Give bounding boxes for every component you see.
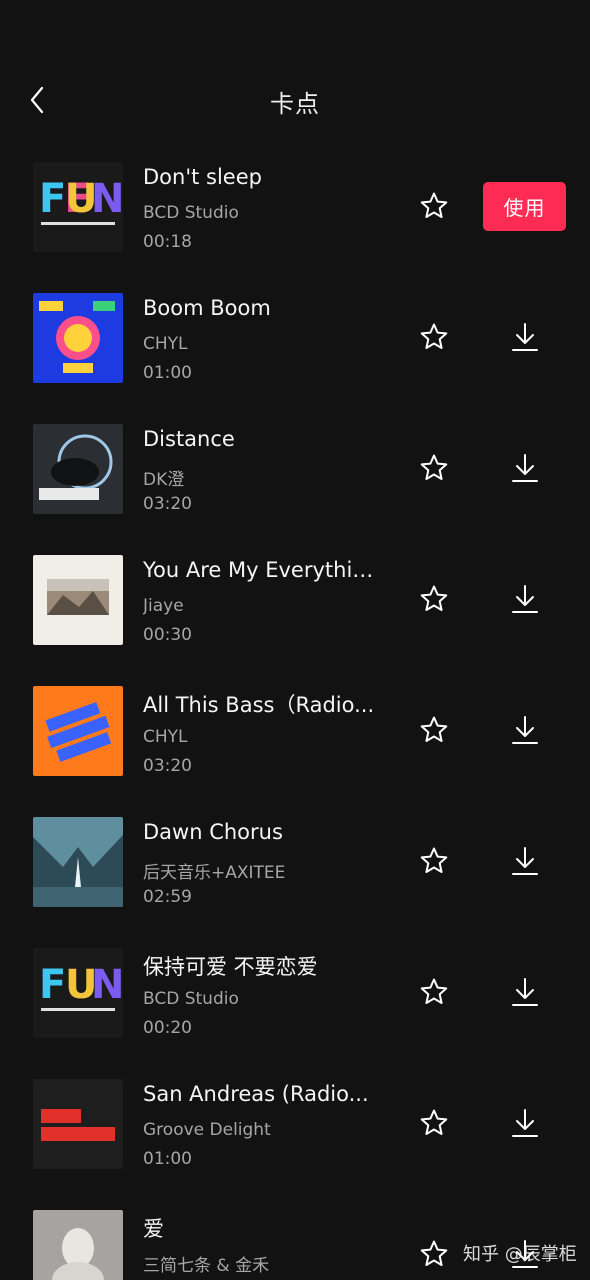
song-duration: 03:20 xyxy=(143,494,192,514)
download-button[interactable] xyxy=(505,1103,545,1143)
song-title: Boom Boom xyxy=(143,296,271,320)
favorite-button[interactable] xyxy=(414,1105,454,1141)
favorite-button[interactable] xyxy=(414,974,454,1010)
song-item[interactable]: San Andreas (Radio... Groove Delight 01:… xyxy=(0,1058,590,1189)
svg-text:N: N xyxy=(91,962,123,1008)
download-icon xyxy=(512,847,538,875)
favorite-button[interactable] xyxy=(414,1236,454,1272)
download-button[interactable] xyxy=(505,841,545,881)
svg-text:N: N xyxy=(91,176,123,222)
svg-text:F: F xyxy=(39,962,66,1008)
song-artist: CHYL xyxy=(143,334,188,354)
bass-cover xyxy=(33,686,123,776)
song-item[interactable]: Dawn Chorus 后天音乐+AXITEE 02:59 xyxy=(0,796,590,927)
song-duration: 01:00 xyxy=(143,1149,192,1169)
star-icon xyxy=(420,847,448,873)
song-item[interactable]: 爱 三简七条 & 金禾 xyxy=(0,1189,590,1280)
song-title: 爱 xyxy=(143,1217,164,1241)
favorite-button[interactable] xyxy=(414,712,454,748)
song-title: Distance xyxy=(143,427,235,451)
song-artist: Jiaye xyxy=(143,596,184,616)
song-artist: 后天音乐+AXITEE xyxy=(143,863,286,883)
song-duration: 03:20 xyxy=(143,756,192,776)
download-icon xyxy=(512,585,538,613)
star-icon xyxy=(420,716,448,742)
page-title: 卡点 xyxy=(270,90,320,118)
song-artist: BCD Studio xyxy=(143,989,239,1009)
header: 卡点 xyxy=(0,60,590,140)
fun-cover: F U N xyxy=(33,948,123,1038)
song-duration: 00:30 xyxy=(143,625,192,645)
star-icon xyxy=(420,585,448,611)
star-icon xyxy=(420,323,448,349)
favorite-button[interactable] xyxy=(414,450,454,486)
download-button[interactable] xyxy=(505,448,545,488)
song-item[interactable]: You Are My Everythin... Jiaye 00:30 xyxy=(0,534,590,665)
fun-cover: F F U N xyxy=(33,162,123,252)
star-icon xyxy=(420,1109,448,1135)
song-artist: 三简七条 & 金禾 xyxy=(143,1256,270,1276)
song-item[interactable]: F F U N Don't sleep BCD Studio 00:18 使用 xyxy=(0,141,590,272)
song-item[interactable]: All This Bass（Radio... CHYL 03:20 xyxy=(0,665,590,796)
song-item[interactable]: Distance DK澄 03:20 xyxy=(0,403,590,534)
star-icon xyxy=(420,978,448,1004)
download-button[interactable] xyxy=(505,317,545,357)
sculpture-cover xyxy=(33,1210,123,1280)
song-list: F F U N Don't sleep BCD Studio 00:18 使用 xyxy=(0,141,590,1280)
download-button[interactable] xyxy=(505,710,545,750)
song-item[interactable]: Boom Boom CHYL 01:00 xyxy=(0,272,590,403)
song-title: You Are My Everythin... xyxy=(143,558,383,582)
song-duration: 02:59 xyxy=(143,887,192,907)
distance-cover xyxy=(33,424,123,514)
song-artist: BCD Studio xyxy=(143,203,239,223)
favorite-button[interactable] xyxy=(414,581,454,617)
song-duration: 00:18 xyxy=(143,232,192,252)
download-icon xyxy=(512,978,538,1006)
san-andreas-cover xyxy=(33,1079,123,1169)
song-title: All This Bass（Radio... xyxy=(143,693,375,717)
svg-text:F: F xyxy=(39,176,66,222)
download-button[interactable] xyxy=(505,579,545,619)
song-title: San Andreas (Radio... xyxy=(143,1082,369,1106)
song-item[interactable]: F U N 保持可爱 不要恋爱 BCD Studio 00:20 xyxy=(0,927,590,1058)
star-icon xyxy=(420,192,448,218)
song-artist: CHYL xyxy=(143,727,188,747)
song-title: Don't sleep xyxy=(143,165,262,189)
music-library-screen: 卡点 F F U N Don't sleep BCD Studio 00:18 xyxy=(0,0,590,1280)
boom-cover xyxy=(33,293,123,383)
star-icon xyxy=(420,454,448,480)
song-title: Dawn Chorus xyxy=(143,820,283,844)
favorite-button[interactable] xyxy=(414,843,454,879)
mountain-cover xyxy=(33,817,123,907)
download-icon xyxy=(512,716,538,744)
use-button[interactable]: 使用 xyxy=(483,182,566,231)
favorite-button[interactable] xyxy=(414,188,454,224)
download-icon xyxy=(512,1109,538,1137)
song-artist: DK澄 xyxy=(143,470,185,490)
watermark-text: 知乎 @辰掌柜 xyxy=(463,1244,577,1265)
download-button[interactable] xyxy=(505,972,545,1012)
song-duration: 01:00 xyxy=(143,363,192,383)
star-icon xyxy=(420,1240,448,1266)
landscape-cover xyxy=(33,555,123,645)
song-artist: Groove Delight xyxy=(143,1120,271,1140)
song-duration: 00:20 xyxy=(143,1018,192,1038)
favorite-button[interactable] xyxy=(414,319,454,355)
download-icon xyxy=(512,323,538,351)
download-icon xyxy=(512,454,538,482)
song-title: 保持可爱 不要恋爱 xyxy=(143,955,318,979)
